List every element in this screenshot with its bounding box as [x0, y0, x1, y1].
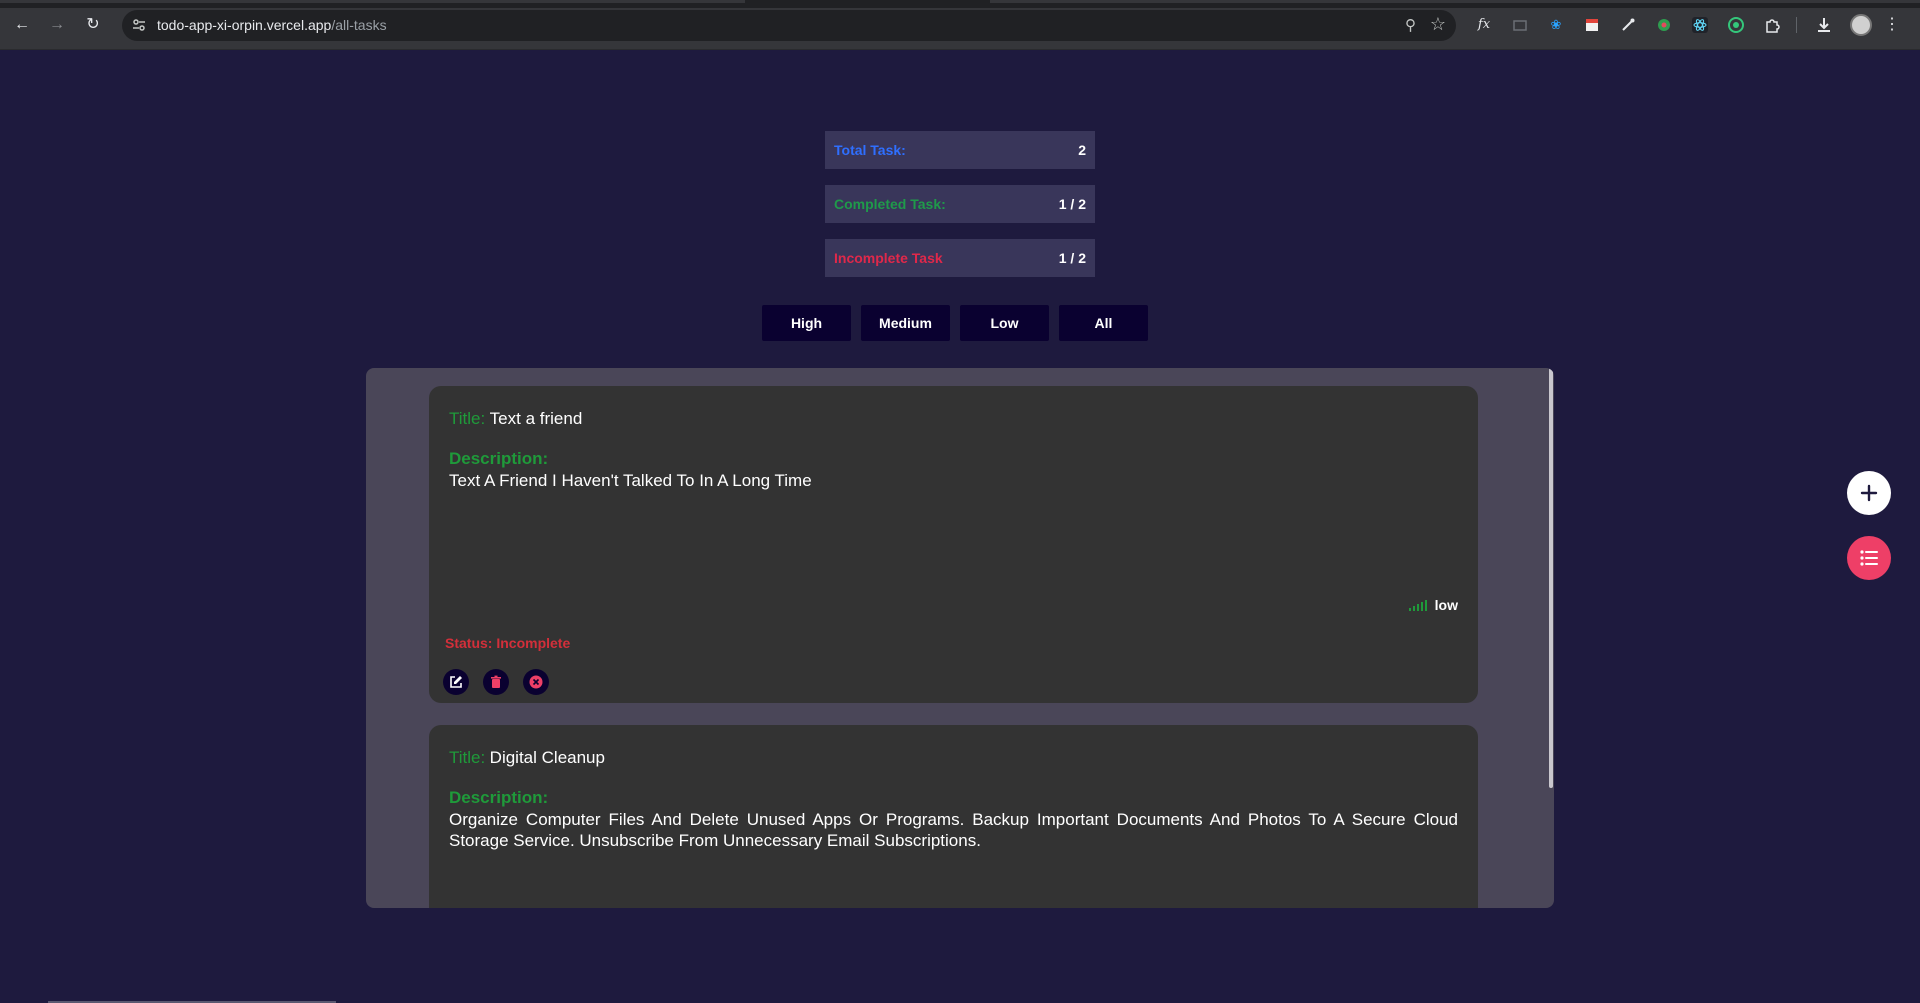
task-title: Digital Cleanup	[489, 748, 605, 767]
task-title-label: Title:	[449, 748, 486, 767]
total-task-value: 2	[1078, 142, 1086, 158]
task-title-line: Title: Digital Cleanup	[449, 748, 605, 768]
task-list-scrollbar[interactable]	[1549, 368, 1553, 788]
incomplete-task-value: 1 / 2	[1058, 250, 1086, 266]
reload-icon[interactable]: ↻	[82, 14, 104, 36]
chrome-menu-icon[interactable]: ⋮	[1882, 15, 1902, 35]
task-description: Text A Friend I Haven't Talked To In A L…	[449, 471, 812, 490]
edit-task-button[interactable]	[443, 669, 469, 695]
plus-icon	[1860, 484, 1878, 502]
mark-incomplete-button[interactable]	[523, 669, 549, 695]
bookmark-star-icon[interactable]: ☆	[1430, 14, 1446, 35]
toolbar-separator	[1796, 17, 1797, 33]
profile-avatar[interactable]	[1850, 14, 1872, 36]
zoom-icon[interactable]: ⚲	[1405, 16, 1416, 34]
task-priority: low	[1408, 597, 1458, 613]
task-title-line: Title: Text a friend	[449, 409, 582, 429]
incomplete-task-label: Incomplete Task	[834, 250, 943, 266]
task-title-label: Title:	[449, 409, 486, 428]
task-title: Text a friend	[489, 409, 583, 428]
extension-fx-icon[interactable]: fx	[1474, 15, 1494, 35]
task-description-label: Description:	[449, 449, 549, 468]
delete-task-button[interactable]	[483, 669, 509, 695]
filter-medium-button[interactable]: Medium	[861, 305, 950, 341]
completed-task-value: 1 / 2	[1058, 196, 1086, 212]
url-path: /all-tasks	[331, 17, 387, 33]
completed-task-stat: Completed Task: 1 / 2	[825, 185, 1095, 223]
download-icon[interactable]	[1814, 15, 1834, 35]
total-task-stat: Total Task: 2	[825, 131, 1095, 169]
extension-target-icon[interactable]	[1726, 15, 1746, 35]
back-icon[interactable]: ←	[11, 14, 33, 36]
total-task-label: Total Task:	[834, 142, 906, 158]
add-task-button[interactable]	[1847, 471, 1891, 515]
tab-strip	[0, 0, 1920, 8]
url-host: todo-app-xi-orpin.vercel.app	[157, 17, 332, 33]
extension-calendar-icon[interactable]	[1582, 15, 1602, 35]
task-card: Title: Digital Cleanup Description: Orga…	[429, 725, 1478, 908]
task-priority-label: low	[1434, 597, 1458, 613]
edit-icon	[450, 676, 462, 688]
filter-high-button[interactable]: High	[762, 305, 851, 341]
extension-window-icon[interactable]	[1510, 15, 1530, 35]
filter-all-button[interactable]: All	[1059, 305, 1148, 341]
close-circle-icon	[529, 675, 543, 689]
extension-react-icon[interactable]	[1690, 15, 1710, 35]
list-icon	[1860, 550, 1878, 566]
forward-icon[interactable]: →	[46, 14, 68, 36]
task-description-label: Description:	[449, 788, 549, 807]
task-description: Organize Computer Files And Delete Unuse…	[449, 810, 1458, 850]
priority-signal-icon	[1408, 599, 1427, 611]
task-card: Title: Text a friend Description: Text A…	[429, 386, 1478, 703]
all-tasks-button[interactable]	[1847, 536, 1891, 580]
address-bar[interactable]: todo-app-xi-orpin.vercel.app/all-tasks ⚲…	[122, 10, 1456, 41]
filter-low-button[interactable]: Low	[960, 305, 1049, 341]
incomplete-task-stat: Incomplete Task 1 / 2	[825, 239, 1095, 277]
extensions-puzzle-icon[interactable]	[1762, 15, 1782, 35]
completed-task-label: Completed Task:	[834, 196, 946, 212]
trash-icon	[491, 675, 501, 688]
extension-eyedropper-icon[interactable]	[1618, 15, 1638, 35]
task-status: Status: Incomplete	[445, 635, 571, 651]
extension-green-icon[interactable]	[1654, 15, 1674, 35]
extension-bird-icon[interactable]: ❀	[1546, 15, 1566, 35]
url-text: todo-app-xi-orpin.vercel.app/all-tasks	[157, 17, 387, 33]
task-actions	[443, 669, 549, 695]
site-info-icon[interactable]	[131, 17, 147, 33]
task-list-panel[interactable]: Title: Text a friend Description: Text A…	[366, 368, 1554, 908]
browser-toolbar: ← → ↻ todo-app-xi-orpin.vercel.app/all-t…	[0, 0, 1920, 50]
